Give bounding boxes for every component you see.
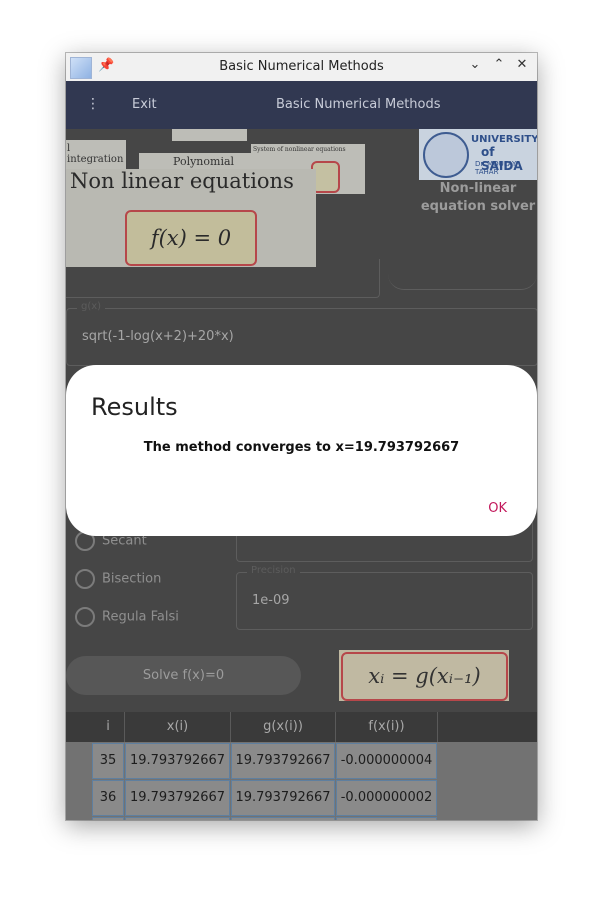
iteration-formula: xᵢ = g(xᵢ₋₁) [341,652,508,701]
cell-gxi [231,817,335,820]
dialog-title: Results [91,393,178,421]
maximize-button[interactable]: ⌃ [490,57,508,75]
systems-thumbnail-label: System of nonlinear equations [253,146,346,153]
precision-field-label: Precision [247,565,300,576]
precision-field[interactable]: Precision 1e-09 [236,565,533,630]
ok-button[interactable]: OK [488,501,507,516]
radio-circle [75,607,95,627]
table-row[interactable] [92,817,438,820]
column-header-i: i [92,712,125,742]
table-row[interactable]: 36 19.793792667 19.793792667 -0.00000000… [92,780,438,816]
gx-field-value: sqrt(-1-log(x+2)+20*x) [82,329,234,344]
solver-caption-line1: Non-linear [439,181,517,196]
exit-button[interactable]: Exit [132,97,157,112]
radio-regula-falsi[interactable]: Regula Falsi [75,607,179,627]
integration-thumbnail-label: l integration [67,143,124,165]
university-line1: UNIVERSITY [471,134,537,145]
top-thumbnail[interactable] [172,129,247,141]
fx-equals-zero-formula: f(x) = 0 [125,210,257,266]
cell-i [92,817,124,820]
radio-label-bisection: Bisection [102,571,162,587]
radio-circle [75,569,95,589]
nonlinear-heading: Non linear equations [70,169,294,193]
cell-fxi: -0.000000002 [336,780,437,816]
cell-xi [125,817,230,820]
radio-label-regula-falsi: Regula Falsi [102,609,179,625]
gx-field-label: g(x) [77,301,106,312]
solve-button[interactable]: Solve f(x)=0 [66,656,301,695]
university-line3: Dr. MOULAY TAHAR [475,160,517,176]
cell-xi: 19.793792667 [125,780,230,816]
precision-field-value: 1e-09 [252,593,290,608]
nonlinear-equations-card[interactable]: Non linear equations f(x) = 0 [66,169,316,267]
cell-i: 36 [92,780,124,816]
iteration-formula-card[interactable]: xᵢ = g(xᵢ₋₁) [339,650,509,701]
close-button[interactable]: ✕ [513,57,531,75]
column-header-xi: x(i) [125,712,231,742]
app-title: Basic Numerical Methods [276,97,441,112]
column-header-gxi: g(x(i)) [231,712,336,742]
solver-caption-line2: equation solver [420,199,536,214]
cell-xi: 19.793792667 [125,743,230,779]
results-dialog: Results The method converges to x=19.793… [66,365,537,536]
integration-thumbnail[interactable]: l integration [66,140,126,170]
cell-gxi: 19.793792667 [231,743,335,779]
top-right-button[interactable] [388,269,537,290]
cell-fxi: -0.000000004 [336,743,437,779]
minimize-button[interactable]: ⌄ [466,57,484,75]
dialog-message: The method converges to x=19.793792667 [143,440,460,455]
radio-bisection[interactable]: Bisection [75,569,161,589]
solver-caption: Non-linear equation solver [419,180,537,216]
cell-gxi: 19.793792667 [231,780,335,816]
university-seal-icon [423,132,469,178]
university-logo: UNIVERSITY of SAIDA Dr. MOULAY TAHAR [419,129,537,180]
overflow-menu-icon[interactable]: ⋮ [86,96,100,112]
app-bar: ⋮ Exit Basic Numerical Methods [66,81,537,129]
gx-field[interactable]: g(x) sqrt(-1-log(x+2)+20*x) [66,301,537,366]
cell-i: 35 [92,743,124,779]
fx-field[interactable] [66,259,380,298]
table-row[interactable]: 35 19.793792667 19.793792667 -0.00000000… [92,743,438,779]
title-bar: 📌 Basic Numerical Methods ⌄ ⌃ ✕ [66,53,537,81]
cell-fxi [336,817,437,820]
results-table[interactable]: i x(i) g(x(i)) f(x(i)) 35 19.793792667 1… [66,712,537,820]
column-header-fxi: f(x(i)) [336,712,438,742]
table-header: i x(i) g(x(i)) f(x(i)) [66,712,537,742]
